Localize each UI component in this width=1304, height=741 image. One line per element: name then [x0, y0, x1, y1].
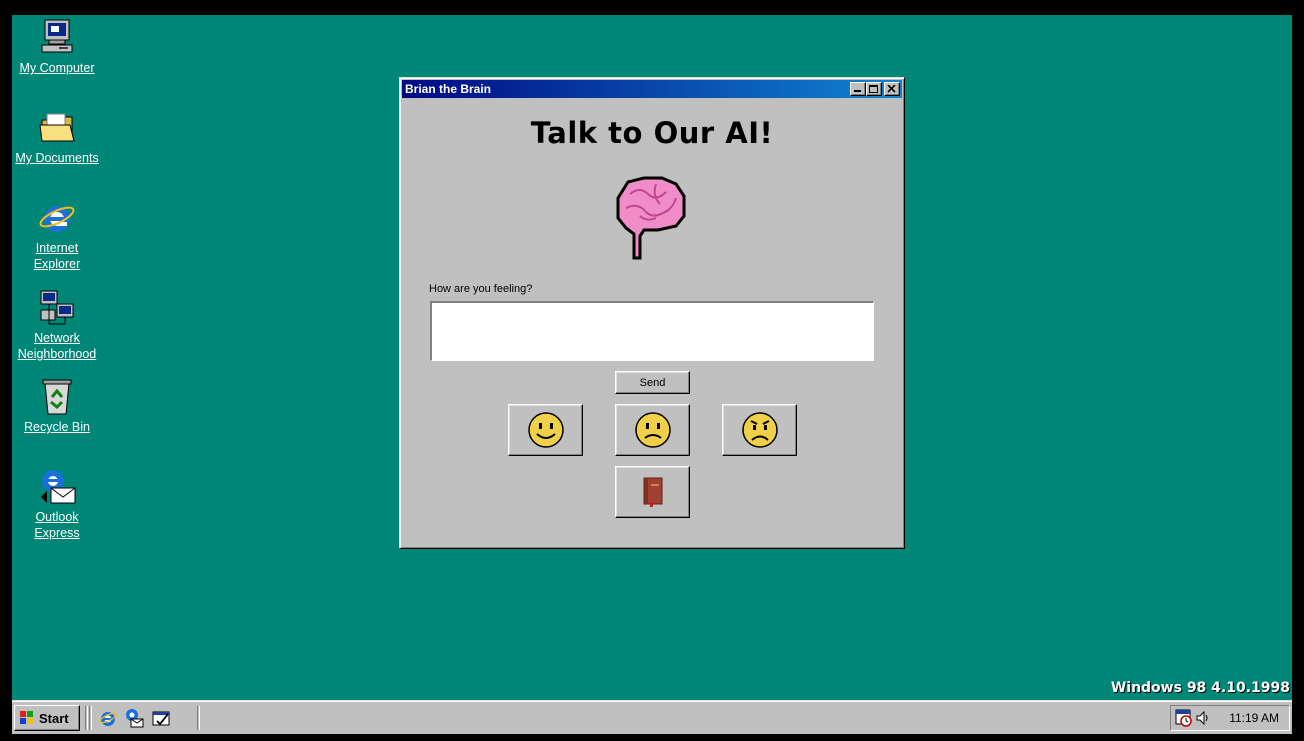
journal-button[interactable]: [615, 466, 690, 518]
book-icon: [643, 477, 662, 507]
neutral-mood-button[interactable]: [615, 404, 690, 456]
windows-logo-icon: [20, 711, 33, 724]
desktop-icon-label: My Documents: [15, 151, 99, 165]
desktop-icon-recycle-bin[interactable]: Recycle Bin: [12, 377, 102, 435]
send-button-label: Send: [639, 376, 666, 389]
task-scheduler-icon[interactable]: [1175, 709, 1193, 727]
neutral-face-icon: [634, 412, 671, 448]
send-button[interactable]: Send: [615, 371, 690, 394]
close-icon: [887, 85, 896, 93]
taskbar-separator: [85, 706, 88, 730]
taskbar-separator: [89, 706, 92, 730]
desktop-icon-label: Internet Explorer: [33, 241, 81, 271]
desktop-icon-network-neighborhood[interactable]: Network Neighborhood: [12, 288, 102, 362]
outlook-express-icon: [41, 470, 76, 504]
computer-icon: [41, 19, 73, 53]
recycle-bin-icon: [42, 379, 72, 415]
start-button[interactable]: Start: [14, 705, 80, 731]
start-button-label: Start: [39, 710, 69, 726]
taskbar: Start 11:19 AM: [12, 700, 1292, 734]
feeling-input[interactable]: [430, 301, 874, 361]
window-title: Brian the Brain: [405, 82, 492, 96]
happy-face-icon: [527, 412, 564, 448]
network-icon: [40, 290, 74, 325]
happy-mood-button[interactable]: [508, 404, 583, 456]
feeling-prompt-label: How are you feeling?: [429, 283, 533, 295]
screen-border: [0, 0, 335, 15]
volume-icon[interactable]: [1195, 710, 1211, 726]
sad-mood-button[interactable]: [722, 404, 797, 456]
desktop-icon-my-documents[interactable]: My Documents: [12, 108, 102, 166]
brain-icon: [616, 176, 686, 260]
minimize-button[interactable]: [850, 82, 866, 96]
page-heading: Talk to Our AI!: [530, 116, 774, 150]
desktop-icon-label: Network Neighborhood: [17, 331, 97, 361]
internet-explorer-icon: [39, 206, 75, 232]
close-button[interactable]: [884, 82, 900, 96]
desktop-icon-internet-explorer[interactable]: Internet Explorer: [12, 198, 102, 272]
desktop-icon-outlook-express[interactable]: Outlook Express: [12, 467, 102, 541]
quicklaunch-outlook-express-icon[interactable]: [124, 708, 144, 728]
app-window: Brian the Brain Talk to Our AI! How are …: [399, 77, 905, 549]
windows-version-text: Windows 98 4.10.1998: [1110, 680, 1290, 696]
desktop-icon-label: Recycle Bin: [24, 420, 90, 434]
taskbar-separator: [197, 706, 200, 730]
maximize-icon: [869, 85, 878, 93]
desktop-icon-label: Outlook Express: [34, 510, 80, 540]
sad-face-icon: [741, 412, 778, 448]
desktop-icon-my-computer[interactable]: My Computer: [12, 18, 102, 76]
taskbar-clock[interactable]: 11:19 AM: [1229, 711, 1279, 725]
quicklaunch-show-desktop-icon[interactable]: [151, 708, 171, 728]
folder-icon: [39, 113, 75, 142]
minimize-icon: [854, 90, 861, 92]
quicklaunch-internet-explorer-icon[interactable]: [98, 708, 118, 728]
system-tray: 11:19 AM: [1170, 705, 1290, 731]
maximize-button[interactable]: [866, 82, 882, 96]
desktop-icon-label: My Computer: [19, 61, 95, 75]
window-titlebar[interactable]: Brian the Brain: [402, 80, 902, 98]
